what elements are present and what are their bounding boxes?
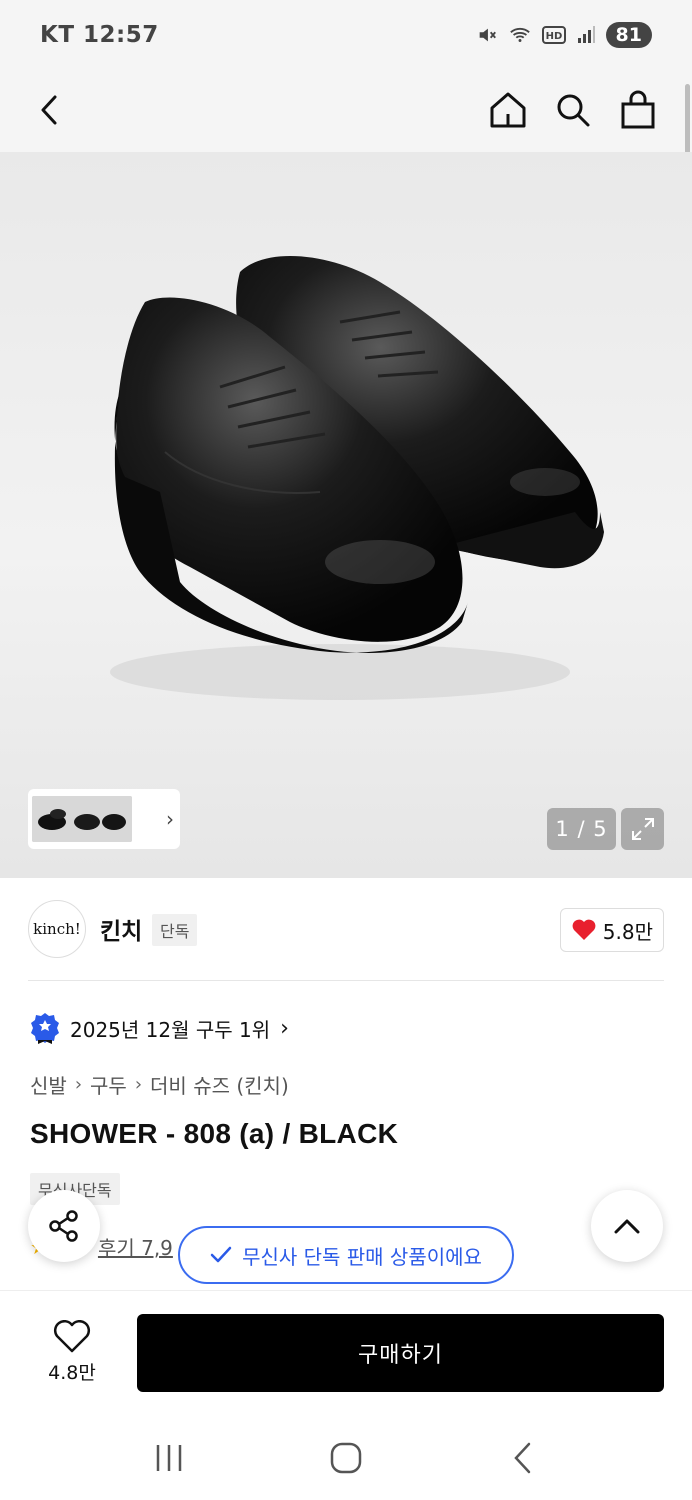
scroll-top-button[interactable] [591, 1190, 663, 1262]
wifi-icon [509, 27, 530, 42]
breadcrumb-item[interactable]: 구두 [90, 1070, 127, 1099]
chevron-right-icon: › [280, 1015, 289, 1041]
breadcrumb: 신발 › 구두 › 더비 슈즈 (킨치) [30, 1070, 289, 1099]
breadcrumb-item[interactable]: 더비 슈즈 (킨치) [150, 1070, 289, 1099]
recent-apps-button[interactable] [139, 1428, 199, 1488]
breadcrumb-item[interactable]: 신발 [30, 1070, 67, 1099]
status-icons: HD 81 [476, 22, 652, 48]
search-button[interactable] [545, 82, 601, 138]
scroll-indicator [685, 84, 690, 154]
check-icon [210, 1246, 232, 1263]
toast-text: 무신사 단독 판매 상품이에요 [242, 1244, 482, 1269]
shopping-bag-icon [621, 90, 655, 129]
review-link[interactable]: 후기 7,9 [98, 1232, 173, 1261]
thumbnail-image [32, 796, 132, 842]
ranking-badge-icon [31, 1013, 59, 1044]
brand-logo[interactable]: kinch! [28, 900, 86, 958]
status-bar: KT 12:57 HD 81 [0, 0, 692, 70]
home-button[interactable] [480, 82, 536, 138]
exclusive-badge: 단독 [152, 914, 198, 946]
heart-filled-icon [572, 919, 596, 940]
signal-icon [577, 26, 595, 43]
home-system-button[interactable] [316, 1428, 376, 1488]
chevron-left-icon [41, 95, 57, 125]
search-icon [557, 94, 590, 127]
back-button[interactable] [22, 82, 78, 138]
page-counter: 1 / 5 [547, 808, 616, 850]
cart-button[interactable] [610, 82, 666, 138]
product-image-gallery[interactable]: › 1 / 5 [0, 152, 692, 878]
brand-logo-text: kinch! [33, 920, 81, 938]
exclusive-toast: 무신사 단독 판매 상품이에요 [178, 1226, 514, 1284]
brand-like-button[interactable]: 5.8만 [559, 908, 664, 952]
mute-icon [479, 28, 496, 42]
chevron-right-icon[interactable]: › [166, 807, 174, 831]
brand-row: kinch! 킨치 단독 5.8만 [28, 900, 664, 960]
brand-like-count: 5.8만 [602, 919, 653, 944]
expand-icon [631, 818, 654, 840]
chevron-right-icon: › [134, 1074, 143, 1095]
battery-badge: 81 [605, 22, 652, 48]
buy-button[interactable]: 구매하기 [137, 1314, 664, 1392]
share-button[interactable] [28, 1190, 100, 1262]
ranking-text: 2025년 12월 구두 1위 [70, 1017, 271, 1042]
carrier-time: KT 12:57 [40, 22, 159, 48]
bottom-action-bar: 4.8만 구매하기 [0, 1290, 692, 1415]
like-count: 4.8만 [48, 1361, 96, 1384]
system-nav-bar [0, 1415, 692, 1500]
brand-name[interactable]: 킨치 [100, 912, 142, 946]
share-icon [49, 1210, 78, 1242]
chevron-left-icon [514, 1442, 531, 1473]
expand-button[interactable] [621, 808, 664, 850]
ranking-link[interactable]: 2025년 12월 구두 1위 › [30, 1010, 289, 1046]
thumbnail-strip[interactable]: › [28, 789, 180, 849]
divider [28, 980, 664, 981]
top-nav [0, 70, 692, 152]
home-circle-icon [330, 1442, 362, 1473]
chevron-right-icon: › [74, 1074, 83, 1095]
shoe-image [110, 255, 604, 700]
svg-text:HD: HD [545, 31, 562, 42]
home-icon [490, 92, 526, 128]
like-button[interactable]: 4.8만 [30, 1317, 114, 1387]
back-system-button[interactable] [493, 1428, 553, 1488]
product-title: SHOWER - 808 (a) / BLACK [30, 1118, 399, 1149]
chevron-up-icon [614, 1219, 640, 1234]
recent-apps-icon [156, 1444, 181, 1471]
heart-outline-icon [54, 1319, 90, 1352]
hd-icon: HD [541, 26, 566, 44]
